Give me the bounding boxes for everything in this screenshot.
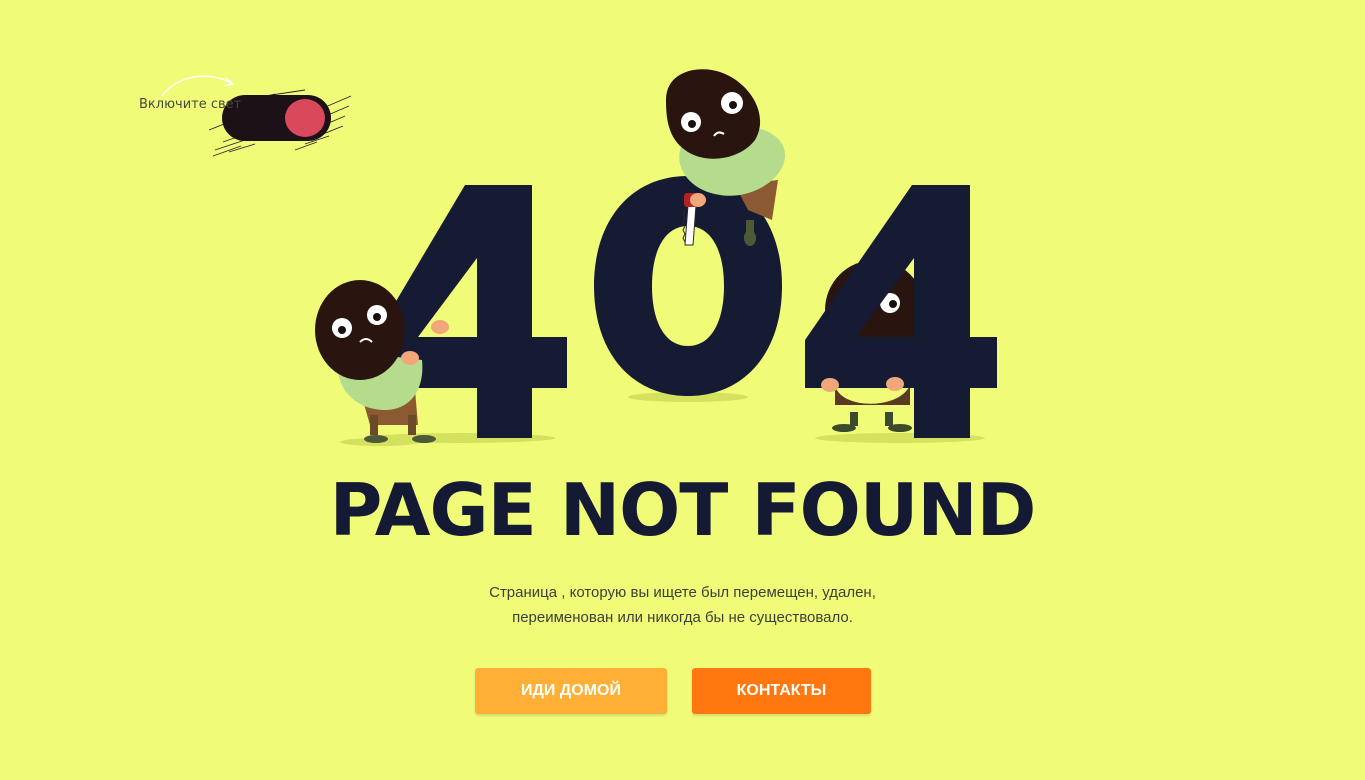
error-description: Страница , которую вы ищете был перемеще… xyxy=(0,580,1365,630)
switch-knob[interactable] xyxy=(285,99,325,137)
description-line-2: переименован или никогда бы не существов… xyxy=(512,609,853,626)
page: Включите свет PAGE NOT FOUND Страница , … xyxy=(0,0,1365,780)
switch-label: Включите свет xyxy=(139,97,242,112)
contacts-button[interactable]: КОНТАКТЫ xyxy=(692,668,871,714)
go-home-button[interactable]: ИДИ ДОМОЙ xyxy=(475,668,667,714)
page-title: PAGE NOT FOUND xyxy=(329,468,1037,552)
description-line-1: Страница , которую вы ищете был перемеще… xyxy=(489,584,876,601)
404-illustration xyxy=(315,69,997,446)
